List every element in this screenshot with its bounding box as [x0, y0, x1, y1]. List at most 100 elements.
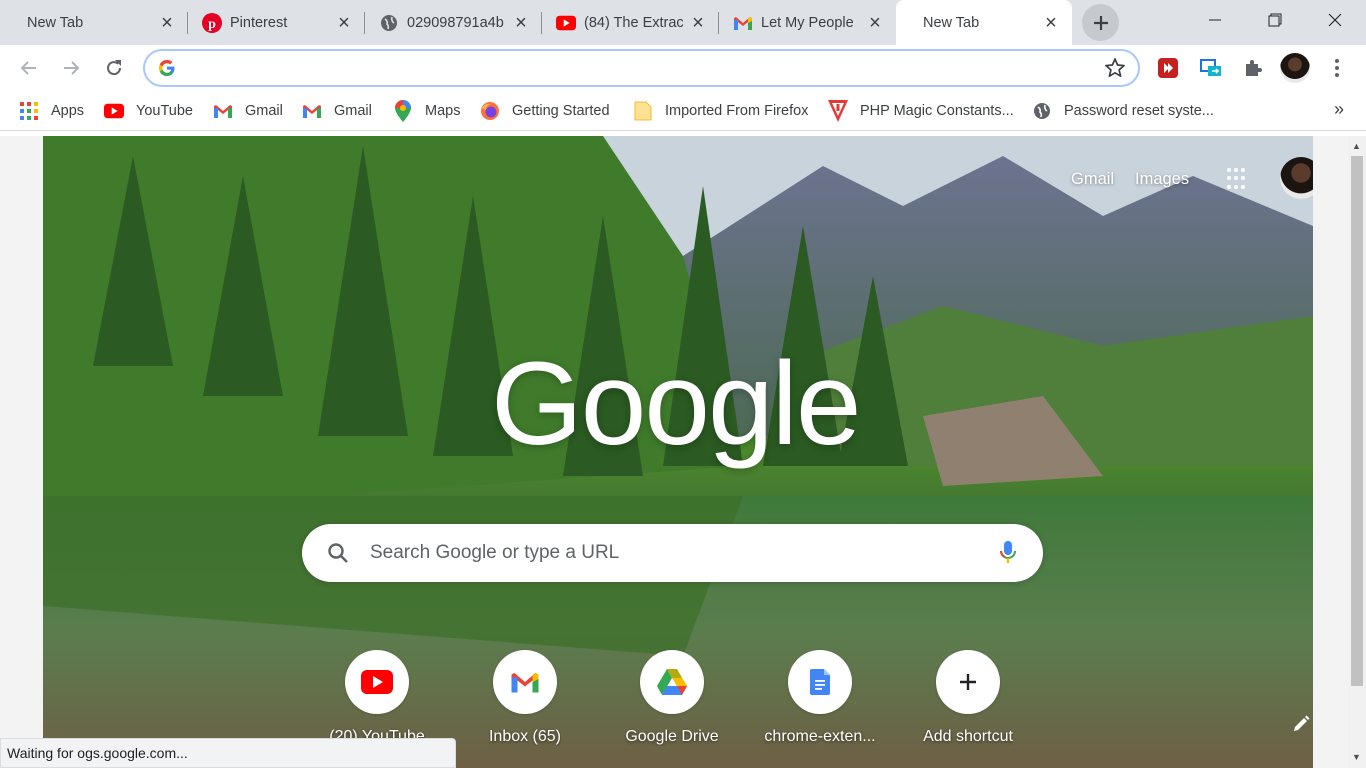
bookmark-label: Maps: [425, 103, 461, 119]
close-icon[interactable]: ×: [866, 13, 884, 33]
shortcut-chrome-extension[interactable]: chrome-exten...: [764, 650, 876, 760]
profile-avatar[interactable]: [1280, 53, 1310, 83]
plus-icon: [1093, 15, 1108, 30]
close-icon[interactable]: ×: [335, 13, 353, 33]
search-icon: [327, 542, 349, 569]
close-window-button[interactable]: [1305, 0, 1365, 40]
tab-pinterest[interactable]: p Pinterest ×: [188, 0, 365, 45]
new-tab-page: Gmail Images Google (20) YouTube: [43, 136, 1313, 768]
extensions-puzzle-icon[interactable]: [1239, 54, 1267, 82]
shortcut-label: Add shortcut: [923, 728, 1013, 745]
reload-icon: [107, 60, 122, 76]
ext-red-play-icon[interactable]: [1154, 54, 1182, 82]
bookmark-label: Gmail: [334, 103, 372, 119]
microphone-icon[interactable]: [999, 540, 1017, 571]
bookmark-gmail-2[interactable]: Gmail: [302, 100, 372, 122]
pinterest-icon: p: [202, 12, 222, 33]
toolbar: [0, 45, 1366, 91]
gmail-icon: [493, 650, 557, 714]
google-g-icon: [158, 59, 176, 82]
php-icon: [828, 100, 848, 122]
close-icon[interactable]: ×: [158, 13, 176, 33]
tab-strip: New Tab × p Pinterest × 029098791a4b × (…: [0, 0, 1366, 45]
forward-button[interactable]: [55, 52, 87, 84]
shortcut-label: Inbox (65): [488, 728, 562, 745]
tab-title: (84) The Extrac: [584, 14, 684, 31]
page-content: Gmail Images Google (20) YouTube: [0, 136, 1366, 768]
plus-icon: [936, 650, 1000, 714]
ext-screen-share-icon[interactable]: [1197, 54, 1225, 82]
shortcut-label: Google Drive: [625, 728, 719, 745]
youtube-icon: [104, 101, 124, 121]
restore-button[interactable]: [1245, 0, 1305, 40]
bookmark-label: Gmail: [245, 103, 283, 119]
bookmark-label: Imported From Firefox: [665, 103, 809, 119]
tab-youtube[interactable]: (84) The Extrac ×: [542, 0, 719, 45]
google-drive-icon: [640, 650, 704, 714]
add-shortcut-button[interactable]: Add shortcut: [912, 650, 1024, 760]
shortcut-google-drive[interactable]: Google Drive: [616, 650, 728, 760]
bookmark-gmail-1[interactable]: Gmail: [213, 100, 283, 122]
ntp-search-input[interactable]: [370, 541, 970, 565]
bookmarks-overflow-chevron-icon[interactable]: »: [1334, 99, 1344, 120]
bookmark-label: Getting Started: [512, 103, 610, 119]
vertical-scrollbar[interactable]: ▲ ▼: [1348, 136, 1366, 768]
tab-globe[interactable]: 029098791a4b ×: [365, 0, 542, 45]
tab-title: 029098791a4b: [407, 14, 504, 31]
globe-icon: [379, 13, 399, 33]
close-icon[interactable]: ×: [1042, 13, 1060, 33]
svg-text:p: p: [208, 17, 216, 32]
shortcut-inbox[interactable]: Inbox (65): [469, 650, 581, 760]
bookmark-star-icon[interactable]: [1104, 57, 1126, 84]
tab-title: New Tab: [27, 14, 84, 31]
address-bar[interactable]: [143, 49, 1140, 87]
close-icon[interactable]: ×: [689, 13, 707, 33]
bookmark-password-reset[interactable]: Password reset syste...: [1032, 100, 1214, 122]
back-arrow-icon: [20, 61, 36, 75]
scroll-down-icon[interactable]: ▼: [1352, 752, 1361, 762]
bookmark-imported-folder[interactable]: Imported From Firefox: [633, 100, 808, 122]
bookmark-apps[interactable]: Apps: [19, 100, 84, 122]
bookmarks-bar: Apps YouTube Gmail Gmail Maps Getting St…: [0, 91, 1366, 131]
status-bar: Waiting for ogs.google.com...: [0, 738, 456, 768]
shortcut-label: chrome-exten...: [764, 728, 876, 745]
tab-title: Let My People: [761, 14, 854, 31]
apps-grid-icon: [19, 101, 39, 121]
google-logo: Google: [491, 338, 862, 470]
close-window-icon: [1328, 13, 1342, 27]
back-button[interactable]: [13, 52, 45, 84]
address-input[interactable]: [189, 58, 1089, 80]
minimize-button[interactable]: [1185, 0, 1245, 40]
maps-pin-icon: [393, 100, 413, 122]
forward-arrow-icon: [64, 61, 80, 75]
tab-title: Pinterest: [230, 14, 288, 31]
bookmark-label: PHP Magic Constants...: [860, 103, 1014, 119]
gmail-icon: [213, 101, 233, 121]
bookmark-label: Password reset syste...: [1064, 103, 1214, 119]
google-apps-grid-icon[interactable]: [1227, 168, 1249, 190]
new-tab-button[interactable]: [1082, 4, 1119, 41]
tab-gmail[interactable]: Let My People ×: [719, 0, 896, 45]
tab-new-tab-1[interactable]: New Tab ×: [0, 0, 188, 45]
youtube-icon: [556, 13, 576, 33]
restore-icon: [1268, 13, 1282, 27]
close-icon[interactable]: ×: [512, 13, 530, 33]
bookmark-getting-started[interactable]: Getting Started: [480, 100, 610, 122]
scrollbar-thumb[interactable]: [1351, 156, 1363, 686]
firefox-icon: [480, 101, 500, 121]
bookmark-youtube[interactable]: YouTube: [104, 100, 193, 122]
bookmark-label: YouTube: [136, 103, 193, 119]
gmail-link[interactable]: Gmail: [1071, 170, 1114, 189]
reload-button[interactable]: [98, 52, 130, 84]
tab-new-tab-active[interactable]: New Tab ×: [896, 0, 1072, 45]
google-docs-icon: [788, 650, 852, 714]
images-link[interactable]: Images: [1135, 170, 1189, 189]
gmail-icon: [302, 101, 322, 121]
scroll-up-icon[interactable]: ▲: [1352, 141, 1361, 151]
tab-title: New Tab: [923, 14, 980, 31]
bookmark-maps[interactable]: Maps: [393, 100, 460, 122]
menu-kebab-icon[interactable]: [1323, 54, 1351, 82]
bookmark-php-magic[interactable]: PHP Magic Constants...: [828, 100, 1014, 122]
ntp-search-box[interactable]: [302, 524, 1043, 582]
customize-pencil-icon[interactable]: [1291, 714, 1311, 739]
